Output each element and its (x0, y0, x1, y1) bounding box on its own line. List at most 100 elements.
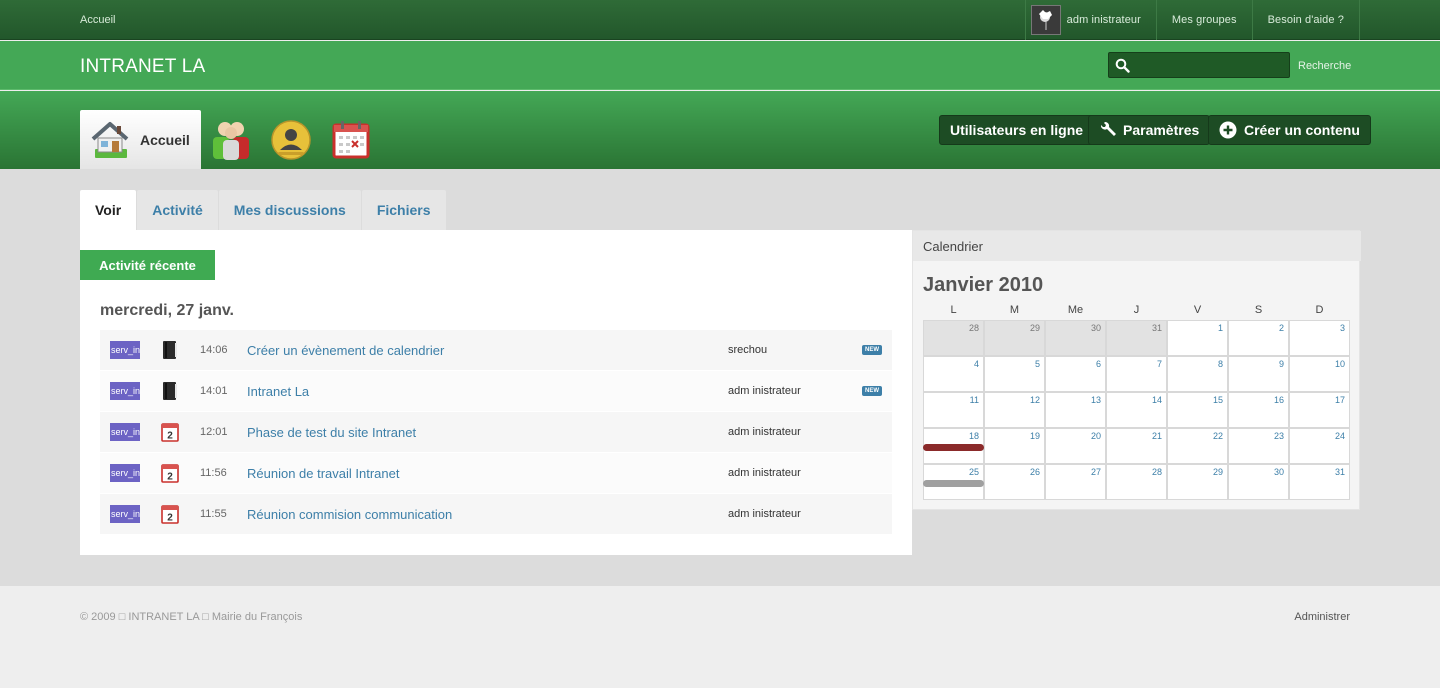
weekday-label: L (950, 304, 957, 316)
content-tabs: Voir Activité Mes discussions Fichiers (80, 190, 447, 230)
group-badge[interactable]: serv_in (110, 341, 140, 359)
tab-activite[interactable]: Activité (137, 190, 218, 230)
calendar-day-cell[interactable]: 27 (1045, 464, 1106, 500)
tab-fichiers[interactable]: Fichiers (361, 190, 446, 230)
activity-user: adm inistrateur (728, 508, 801, 520)
groups-icon[interactable] (211, 119, 251, 161)
group-badge[interactable]: serv_in (110, 423, 140, 441)
app-tab-home[interactable]: Accueil (80, 110, 201, 169)
calendar-day-cell[interactable]: 7 (1106, 356, 1167, 392)
site-title[interactable]: INTRANET LA (80, 56, 205, 78)
search-input[interactable] (1108, 52, 1290, 78)
calendar-day-cell[interactable]: 3 (1289, 320, 1350, 356)
calendar-app-icon[interactable] (331, 119, 371, 161)
activity-date-heading: mercredi, 27 janv. (100, 302, 234, 319)
top-bar: Accueil adm inistrateur Mes groupes Beso… (0, 0, 1440, 40)
avatar (1030, 5, 1061, 35)
calendar-day-cell[interactable]: 8 (1167, 356, 1228, 392)
group-badge[interactable]: serv_in (110, 464, 140, 482)
calendar-day-cell[interactable]: 29 (984, 320, 1045, 356)
admin-link[interactable]: Administrer (1294, 611, 1350, 623)
new-badge: NEW (862, 386, 882, 396)
create-content-button[interactable]: Créer un contenu (1208, 115, 1371, 145)
online-users-button[interactable]: Utilisateurs en ligne (939, 115, 1095, 145)
calendar-icon: 2 (160, 504, 180, 524)
calendar-day-cell[interactable]: 28 (1106, 464, 1167, 500)
activity-time: 14:06 (200, 344, 228, 356)
weekday-label: D (1315, 304, 1324, 316)
calendar-day-cell[interactable]: 6 (1045, 356, 1106, 392)
calendar-day-cell[interactable]: 20 (1045, 428, 1106, 464)
weekday-label: J (1133, 304, 1140, 316)
calendar-event-bar[interactable] (923, 444, 984, 451)
calendar-day-cell[interactable]: 13 (1045, 392, 1106, 428)
activity-time: 11:55 (200, 508, 227, 520)
calendar-day-cell[interactable]: 5 (984, 356, 1045, 392)
calendar-day-cell[interactable]: 30 (1228, 464, 1289, 500)
activity-user: adm inistrateur (728, 467, 801, 479)
activity-row: serv_in 2 12:01 Phase de test du site In… (100, 412, 892, 452)
activity-title-link[interactable]: Réunion commision communication (247, 507, 452, 522)
activity-title-link[interactable]: Intranet La (247, 384, 309, 399)
recent-activity-label: Activité récente (80, 250, 215, 280)
weekday-label: M (1009, 304, 1020, 316)
online-users-label: Utilisateurs en ligne (950, 122, 1084, 138)
calendar-day-cell[interactable]: 28 (923, 320, 984, 356)
svg-text:2: 2 (167, 431, 173, 442)
tab-voir[interactable]: Voir (80, 190, 137, 230)
svg-text:2: 2 (167, 472, 173, 483)
activity-title-link[interactable]: Créer un évènement de calendrier (247, 343, 444, 358)
help-link[interactable]: Besoin d'aide ? (1251, 0, 1360, 40)
activity-time: 14:01 (200, 385, 228, 397)
calendar-day-cell[interactable]: 11 (923, 392, 984, 428)
activity-row: serv_in 14:01 Intranet La adm inistrateu… (100, 371, 892, 411)
top-home-link[interactable]: Accueil (80, 14, 115, 26)
calendar-day-cell[interactable]: 31 (1289, 464, 1350, 500)
calendar-day-cell[interactable]: 22 (1167, 428, 1228, 464)
book-icon (160, 381, 180, 401)
calendar-day-cell[interactable]: 4 (923, 356, 984, 392)
calendar-day-cell[interactable]: 9 (1228, 356, 1289, 392)
calendar-day-cell[interactable]: 24 (1289, 428, 1350, 464)
activity-title-link[interactable]: Réunion de travail Intranet (247, 466, 399, 481)
calendar-day-cell[interactable]: 17 (1289, 392, 1350, 428)
my-groups-link[interactable]: Mes groupes (1155, 0, 1252, 40)
calendar-day-cell[interactable]: 2 (1228, 320, 1289, 356)
calendar-widget: Calendrier Janvier 2010 L M Me J V S D 28 29 30 3… (912, 230, 1361, 510)
main-panel: Activité récente mercredi, 27 janv. serv… (80, 230, 912, 555)
calendar-day-cell[interactable]: 29 (1167, 464, 1228, 500)
tab-mes-discussions[interactable]: Mes discussions (218, 190, 361, 230)
calendar-day-cell[interactable]: 26 (984, 464, 1045, 500)
profile-icon[interactable] (270, 119, 311, 161)
calendar-heading: Calendrier (913, 231, 1361, 261)
calendar-day-cell[interactable]: 19 (984, 428, 1045, 464)
calendar-day-cell[interactable]: 15 (1167, 392, 1228, 428)
top-nav: adm inistrateur Mes groupes Besoin d'aid… (1024, 0, 1360, 40)
activity-row: serv_in 2 11:56 Réunion de travail Intra… (100, 453, 892, 493)
calendar-day-cell[interactable]: 30 (1045, 320, 1106, 356)
calendar-day-cell[interactable]: 10 (1289, 356, 1350, 392)
calendar-icon: 2 (160, 422, 180, 442)
calendar-day-cell[interactable]: 31 (1106, 320, 1167, 356)
group-badge[interactable]: serv_in (110, 382, 140, 400)
calendar-day-cell[interactable]: 12 (984, 392, 1045, 428)
footer-copyright: © 2009 □ INTRANET LA □ Mairie du Françoi… (80, 611, 303, 623)
calendar-day-cell[interactable]: 23 (1228, 428, 1289, 464)
calendar-event-bar[interactable] (923, 480, 984, 487)
footer: © 2009 □ INTRANET LA □ Mairie du Françoi… (0, 585, 1440, 688)
user-menu[interactable]: adm inistrateur (1024, 0, 1156, 40)
site-header: INTRANET LA Recherche (0, 41, 1440, 90)
calendar-day-cell[interactable]: 21 (1106, 428, 1167, 464)
activity-row: serv_in 14:06 Créer un évènement de cale… (100, 330, 892, 370)
calendar-day-cell[interactable]: 1 (1167, 320, 1228, 356)
calendar-day-cell[interactable]: 16 (1228, 392, 1289, 428)
search-button[interactable]: Recherche (1298, 60, 1351, 72)
calendar-month-title: Janvier 2010 (923, 274, 1044, 296)
calendar-day-cell[interactable]: 14 (1106, 392, 1167, 428)
settings-button[interactable]: Paramètres (1088, 115, 1211, 145)
activity-title-link[interactable]: Phase de test du site Intranet (247, 425, 416, 440)
group-badge[interactable]: serv_in (110, 505, 140, 523)
activity-time: 12:01 (200, 426, 228, 438)
user-name: adm inistrateur (1066, 14, 1141, 26)
book-icon (160, 340, 180, 360)
